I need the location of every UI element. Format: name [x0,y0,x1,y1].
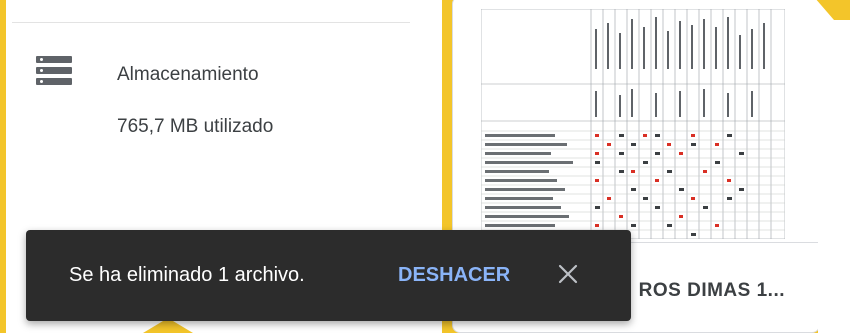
document-thumbnail [481,9,785,239]
storage-title: Almacenamiento [117,64,259,85]
storage-used-text: 765,7 MB utilizado [117,116,274,137]
undo-button[interactable]: DESHACER [398,264,510,287]
highlight-arrow [816,0,850,20]
storage-icon [36,56,72,86]
close-icon[interactable] [554,260,582,288]
right-edge [818,0,850,333]
snackbar: Se ha eliminado 1 archivo. DESHACER [26,230,631,321]
snackbar-message: Se ha eliminado 1 archivo. [69,264,305,286]
screenshot-frame: Almacenamiento 765,7 MB utilizado ROS DI… [0,0,850,333]
divider [12,22,410,23]
